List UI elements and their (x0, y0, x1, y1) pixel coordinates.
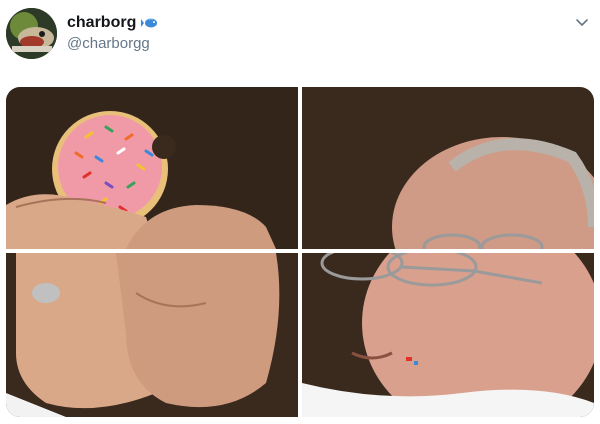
media-image-1[interactable] (6, 87, 298, 249)
media-image-4[interactable] (302, 253, 594, 417)
fish-icon (141, 16, 159, 30)
avatar-image (6, 8, 57, 59)
chevron-down-icon[interactable] (574, 14, 590, 30)
tweet-media-grid[interactable] (6, 87, 594, 417)
avatar[interactable] (6, 8, 57, 59)
display-name-label: charborg (67, 14, 137, 31)
media-image-2[interactable] (302, 87, 594, 249)
user-handle[interactable]: @charborgg (67, 35, 150, 52)
display-name[interactable]: charborg (67, 14, 159, 32)
media-image-3[interactable] (6, 253, 298, 417)
